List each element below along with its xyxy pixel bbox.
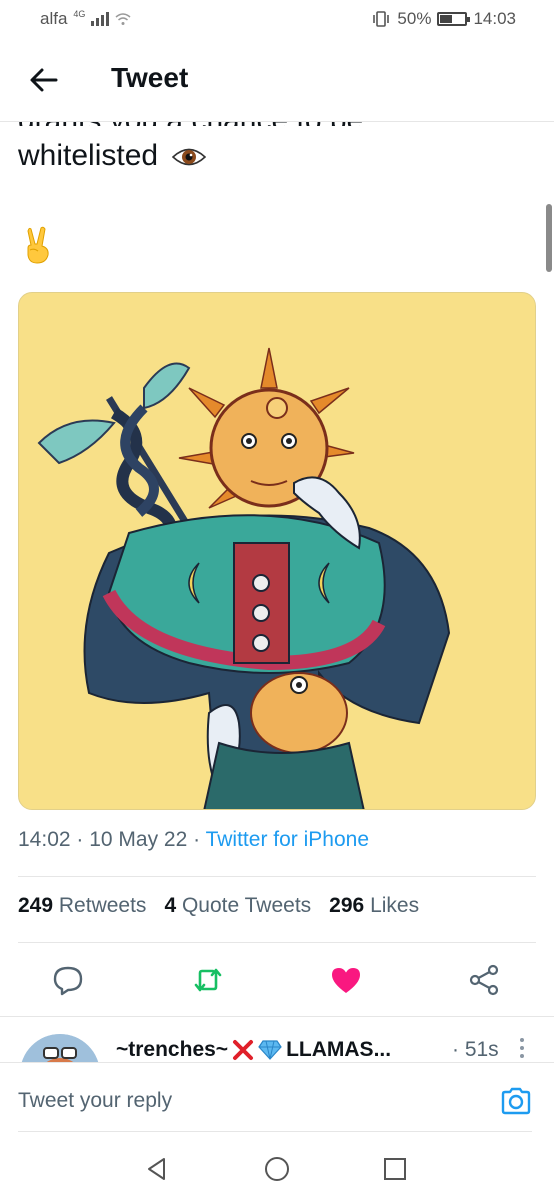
battery-icon (437, 12, 471, 26)
retweets-label: Retweets (58, 894, 147, 917)
tweet-text: whitelisted (18, 138, 207, 174)
tweet-header: Tweet (0, 38, 554, 122)
circle-home-icon[interactable] (264, 1156, 290, 1182)
tweet-time: 14:02 (18, 828, 71, 851)
battery-label: 50% (397, 9, 432, 28)
reply-composer: Tweet your reply (0, 1062, 554, 1134)
reply-input[interactable]: Tweet your reply (18, 1089, 172, 1113)
status-bar: alfa 4G 50% 14:03 (0, 0, 554, 38)
composer-divider (18, 1131, 532, 1132)
reply-author[interactable]: ~trenches~ LLAMAS... (116, 1038, 391, 1062)
quotes-label: Quote Tweets (181, 894, 312, 917)
share-button[interactable] (468, 964, 500, 996)
cross-mark-icon (233, 1040, 254, 1060)
camera-button[interactable] (500, 1085, 532, 1117)
divider (18, 942, 536, 943)
eye-emoji-icon (172, 148, 207, 166)
reply-icon (53, 966, 83, 996)
avatar[interactable] (20, 1034, 100, 1062)
gem-icon (258, 1040, 282, 1060)
carrier-label: alfa (40, 9, 68, 28)
tweet-meta: 14:02 · 10 May 22 · Twitter for iPhone (18, 828, 369, 851)
retweets-count: 249 (18, 894, 54, 917)
tweet-date: 10 May 22 (89, 828, 188, 851)
more-options-icon[interactable] (516, 1036, 528, 1060)
retweets-stat[interactable]: 249 Retweets (18, 894, 146, 918)
triangle-back-icon[interactable] (144, 1156, 170, 1182)
likes-count: 296 (329, 894, 365, 917)
tweet-stats: 249 Retweets 4 Quote Tweets 296 Likes (18, 894, 419, 918)
victory-hand-icon (27, 226, 49, 264)
page-title: Tweet (111, 62, 189, 93)
network-label: 4G (73, 9, 86, 19)
back-button[interactable] (26, 62, 62, 98)
retweet-button[interactable] (192, 964, 224, 996)
avatar-image (20, 1034, 100, 1062)
likes-label: Likes (370, 894, 420, 917)
arrow-left-icon (30, 68, 58, 92)
system-nav-bar (0, 1134, 554, 1200)
reply-time: · 51s (452, 1038, 499, 1061)
camera-icon (501, 1087, 531, 1115)
quotes-count: 4 (164, 894, 177, 917)
tweet-image[interactable] (18, 292, 536, 810)
status-right: 50% 14:03 (371, 9, 516, 29)
likes-stat[interactable]: 296 Likes (329, 894, 419, 918)
reply-author-name: ~trenches~ (116, 1038, 229, 1061)
tweet-text-line: whitelisted (18, 139, 159, 172)
clock: 14:03 (473, 9, 516, 28)
square-recent-icon[interactable] (382, 1156, 408, 1182)
quotes-stat[interactable]: 4 Quote Tweets (164, 894, 311, 918)
tweet-source-link[interactable]: Twitter for iPhone (206, 828, 369, 851)
illustration (37, 347, 451, 809)
battery-fill (440, 15, 453, 23)
heart-icon (332, 968, 360, 993)
vibrate-icon (373, 11, 390, 27)
reply-button[interactable] (52, 964, 84, 996)
reply-preview[interactable]: ~trenches~ LLAMAS... · 51s (0, 1018, 554, 1062)
share-icon (469, 964, 499, 996)
retweet-icon (194, 968, 222, 992)
divider (0, 1016, 554, 1017)
reply-author-suffix: LLAMAS... (286, 1038, 392, 1061)
scrollbar[interactable] (546, 204, 552, 272)
wifi-icon (115, 13, 131, 25)
tweet-actions (0, 958, 554, 1002)
divider (18, 876, 536, 877)
like-button[interactable] (330, 964, 362, 996)
signal-icon (91, 12, 110, 26)
status-left: alfa 4G (40, 9, 131, 29)
